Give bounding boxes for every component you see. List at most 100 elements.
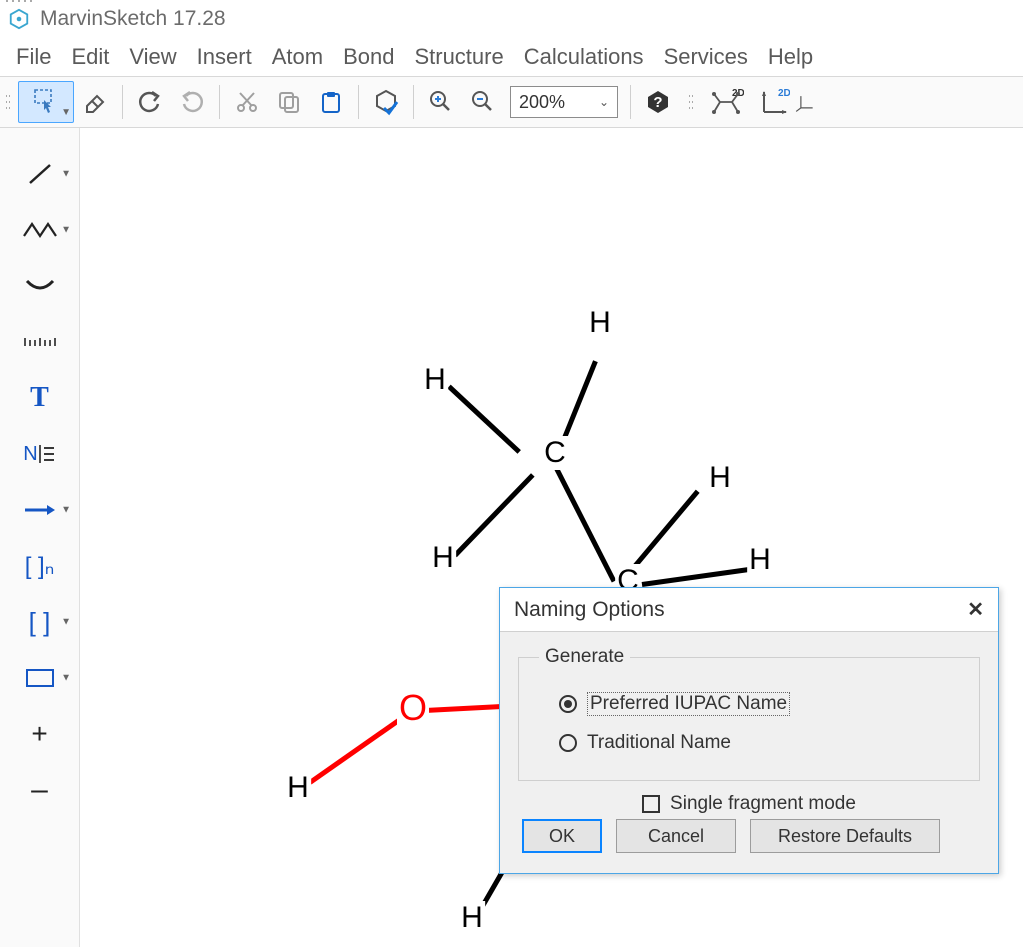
curve-tool[interactable]	[0, 258, 79, 314]
toolbar-separator	[413, 85, 414, 119]
atom-h[interactable]: H	[285, 771, 311, 805]
ruler-tool[interactable]	[0, 314, 79, 370]
menu-insert[interactable]: Insert	[189, 44, 260, 70]
text-tool-label: T	[30, 382, 49, 414]
bracket-tool[interactable]: [ ] ▼	[0, 594, 79, 650]
menu-edit[interactable]: Edit	[63, 44, 117, 70]
radio-iupac[interactable]: Preferred IUPAC Name	[559, 692, 959, 716]
atom-h[interactable]: H	[430, 541, 456, 575]
menu-help[interactable]: Help	[760, 44, 821, 70]
drawing-canvas[interactable]: H H C H H C H O H H Naming Options ✕ Gen…	[80, 128, 1023, 947]
help-button[interactable]: ?	[637, 81, 679, 123]
dropdown-icon: ▼	[61, 505, 71, 516]
menu-bond[interactable]: Bond	[335, 44, 402, 70]
eraser-icon	[81, 88, 109, 116]
hexagon-check-icon	[372, 88, 400, 116]
atom-h[interactable]: H	[459, 901, 485, 935]
sidebar-grip[interactable]	[0, 0, 70, 4]
toolbar-grip[interactable]	[4, 82, 14, 122]
redo-button[interactable]	[171, 81, 213, 123]
dropdown-icon: ▼	[61, 617, 71, 628]
text-tool[interactable]: T	[0, 370, 79, 426]
atom-h[interactable]: H	[747, 543, 773, 577]
dropdown-icon: ▼	[61, 673, 71, 684]
bond	[447, 385, 521, 454]
app-icon	[8, 8, 30, 30]
validate-button[interactable]	[365, 81, 407, 123]
dialog-titlebar[interactable]: Naming Options ✕	[500, 588, 998, 632]
radio-iupac-label: Preferred IUPAC Name	[587, 692, 790, 716]
work-area: ▼ ▼ T N ▼ [ ]ₙ [ ] ▼	[0, 128, 1023, 947]
bracket-n-label: [ ]ₙ	[25, 552, 55, 581]
cancel-button[interactable]: Cancel	[616, 819, 736, 853]
ok-button[interactable]: OK	[522, 819, 602, 853]
minus-tool[interactable]: –	[0, 762, 79, 818]
minus-label: –	[31, 773, 48, 807]
menu-bar: File Edit View Insert Atom Bond Structur…	[0, 38, 1023, 76]
toolbar-grip[interactable]	[687, 82, 697, 122]
atom-h[interactable]: H	[422, 363, 448, 397]
atom-o[interactable]: O	[397, 687, 429, 729]
main-toolbar: ▼ 200% ⌄ ? 2D 2D	[0, 76, 1023, 128]
selection-cursor-icon	[31, 87, 61, 117]
bond	[453, 473, 534, 557]
dialog-body: Generate Preferred IUPAC Name Traditiona…	[500, 632, 998, 873]
single-bond-tool[interactable]: ▼	[0, 146, 79, 202]
cursor-lines-icon	[36, 442, 56, 466]
svg-text:?: ?	[653, 94, 662, 111]
atom-h[interactable]: H	[587, 306, 613, 340]
radio-traditional-label: Traditional Name	[587, 732, 731, 754]
left-sidebar: ▼ ▼ T N ▼ [ ]ₙ [ ] ▼	[0, 128, 80, 947]
axes-3d-button[interactable]	[795, 81, 815, 123]
chain-icon	[22, 218, 58, 242]
selection-tool-button[interactable]: ▼	[18, 81, 74, 123]
toolbar-separator	[219, 85, 220, 119]
single-fragment-checkbox[interactable]: Single fragment mode	[518, 793, 980, 815]
checkbox-icon	[642, 795, 660, 813]
menu-view[interactable]: View	[121, 44, 184, 70]
svg-text:2D: 2D	[778, 88, 790, 99]
atom-h[interactable]: H	[707, 461, 733, 495]
radio-icon	[559, 695, 577, 713]
atom-c[interactable]: C	[542, 436, 568, 470]
undo-button[interactable]	[129, 81, 171, 123]
clipboard-icon	[318, 89, 344, 115]
bond-line-icon	[25, 159, 55, 189]
zoom-out-button[interactable]	[462, 81, 504, 123]
arrow-tool[interactable]: ▼	[0, 482, 79, 538]
copy-icon	[276, 89, 302, 115]
zoom-level-select[interactable]: 200% ⌄	[510, 86, 618, 118]
copy-button[interactable]	[268, 81, 310, 123]
restore-label: Restore Defaults	[778, 826, 912, 847]
menu-atom[interactable]: Atom	[264, 44, 331, 70]
plus-tool[interactable]: +	[0, 706, 79, 762]
structure-2d-icon: 2D	[708, 86, 744, 118]
zoom-in-button[interactable]	[420, 81, 462, 123]
menu-file[interactable]: File	[8, 44, 59, 70]
axes-2d-icon: 2D	[756, 86, 790, 118]
single-fragment-label: Single fragment mode	[670, 793, 856, 815]
zoom-in-icon	[427, 88, 455, 116]
generate-legend: Generate	[539, 646, 630, 668]
dropdown-icon: ▼	[61, 169, 71, 180]
undo-icon	[136, 88, 164, 116]
close-icon[interactable]: ✕	[967, 597, 984, 622]
dropdown-icon: ▼	[61, 225, 71, 236]
menu-services[interactable]: Services	[656, 44, 756, 70]
name-tool[interactable]: N	[0, 426, 79, 482]
clean-2d-button[interactable]: 2D	[701, 81, 751, 123]
chain-tool[interactable]: ▼	[0, 202, 79, 258]
menu-calculations[interactable]: Calculations	[516, 44, 652, 70]
menu-structure[interactable]: Structure	[406, 44, 511, 70]
restore-defaults-button[interactable]: Restore Defaults	[750, 819, 940, 853]
radio-traditional[interactable]: Traditional Name	[559, 732, 959, 754]
rectangle-tool[interactable]: ▼	[0, 650, 79, 706]
cut-button[interactable]	[226, 81, 268, 123]
paste-button[interactable]	[310, 81, 352, 123]
toolbar-separator	[630, 85, 631, 119]
axes-2d-button[interactable]: 2D	[751, 81, 795, 123]
eraser-button[interactable]	[74, 81, 116, 123]
zoom-out-icon	[469, 88, 497, 116]
bond	[553, 464, 616, 582]
bracket-n-tool[interactable]: [ ]ₙ	[0, 538, 79, 594]
